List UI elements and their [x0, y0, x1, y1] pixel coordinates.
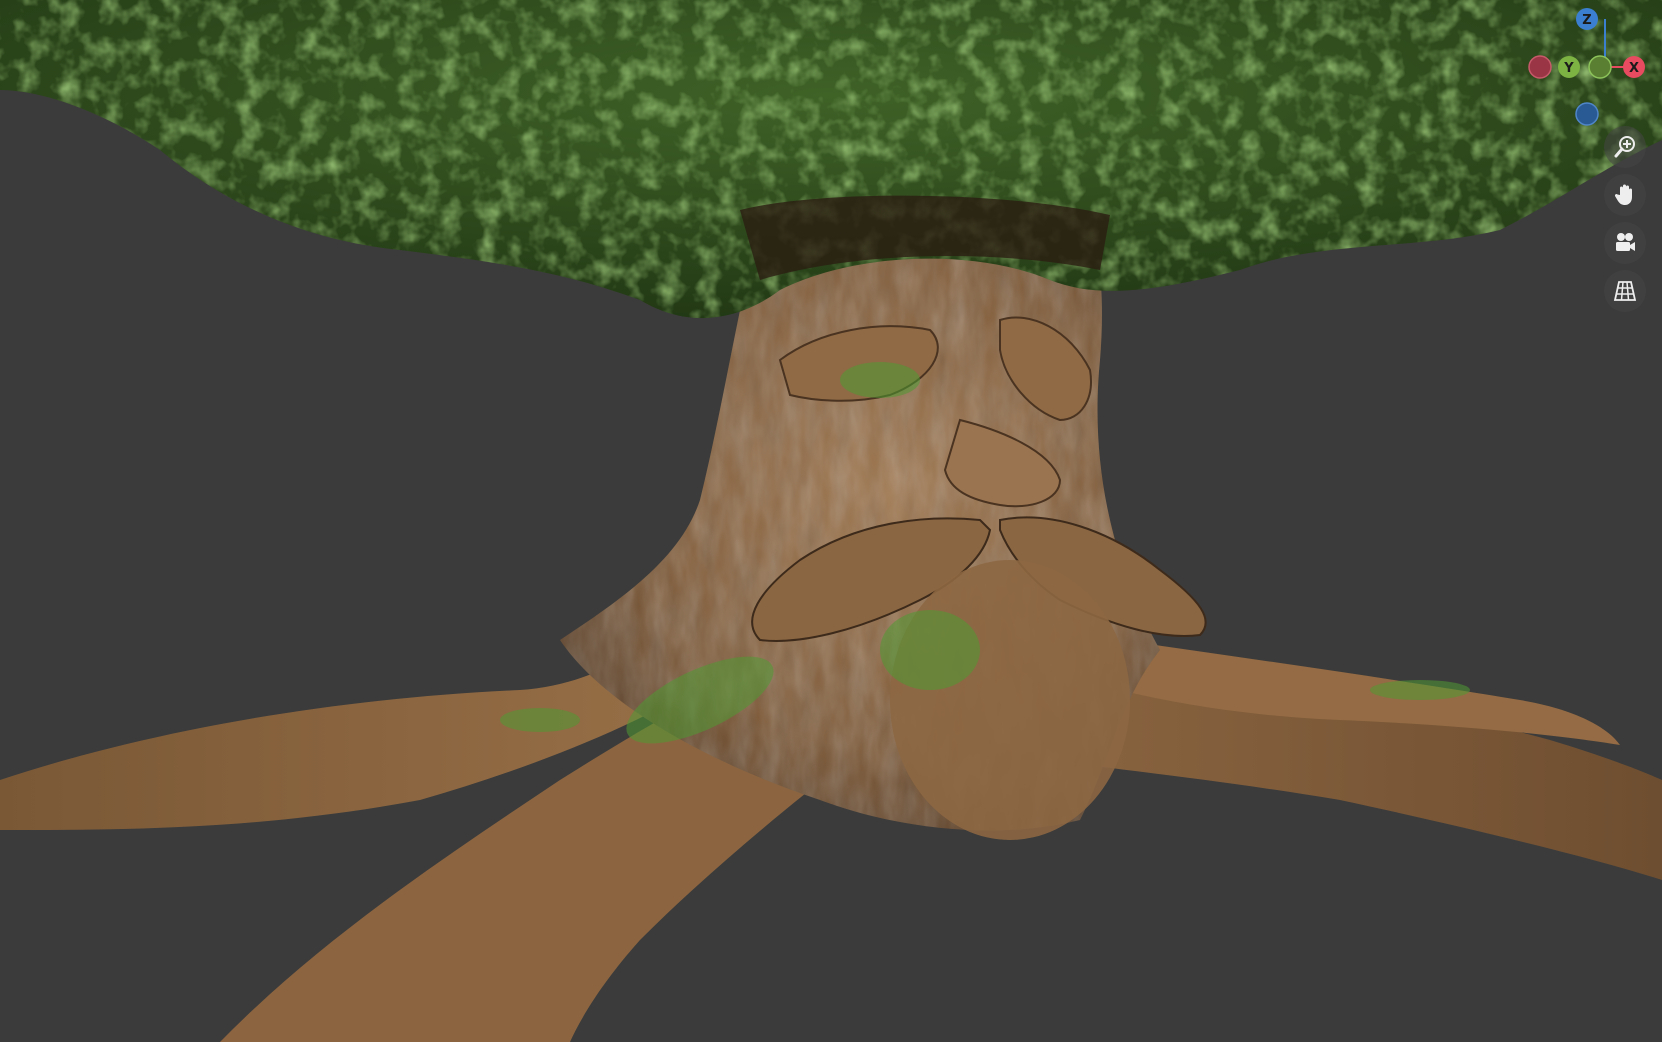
grid-icon — [1613, 281, 1637, 301]
tree-scene-render — [0, 0, 1662, 1042]
y-axis-label: Y — [1563, 61, 1574, 76]
zoom-icon — [1614, 136, 1635, 158]
y-axis-handle[interactable]: Y — [1558, 56, 1580, 78]
perspective-toggle-button[interactable] — [1604, 270, 1646, 312]
zoom-button[interactable] — [1604, 126, 1646, 168]
camera-view-button[interactable] — [1604, 222, 1646, 264]
z-axis-handle[interactable]: Z — [1576, 8, 1598, 30]
pan-button[interactable] — [1604, 174, 1646, 216]
neg-z-axis-handle[interactable] — [1575, 102, 1599, 126]
camera-icon — [1616, 233, 1635, 251]
neg-y-axis-handle[interactable] — [1588, 55, 1612, 79]
neg-x-axis-handle[interactable] — [1528, 55, 1552, 79]
x-axis-handle[interactable]: X — [1623, 56, 1645, 78]
axis-gizmo[interactable]: Y X Z — [1482, 0, 1662, 140]
3d-viewport[interactable]: Y X Z — [0, 0, 1662, 1042]
z-axis-label: Z — [1582, 13, 1591, 28]
hand-pan-icon — [1614, 184, 1632, 205]
viewport-navigation — [1604, 126, 1648, 312]
x-axis-label: X — [1629, 61, 1639, 76]
